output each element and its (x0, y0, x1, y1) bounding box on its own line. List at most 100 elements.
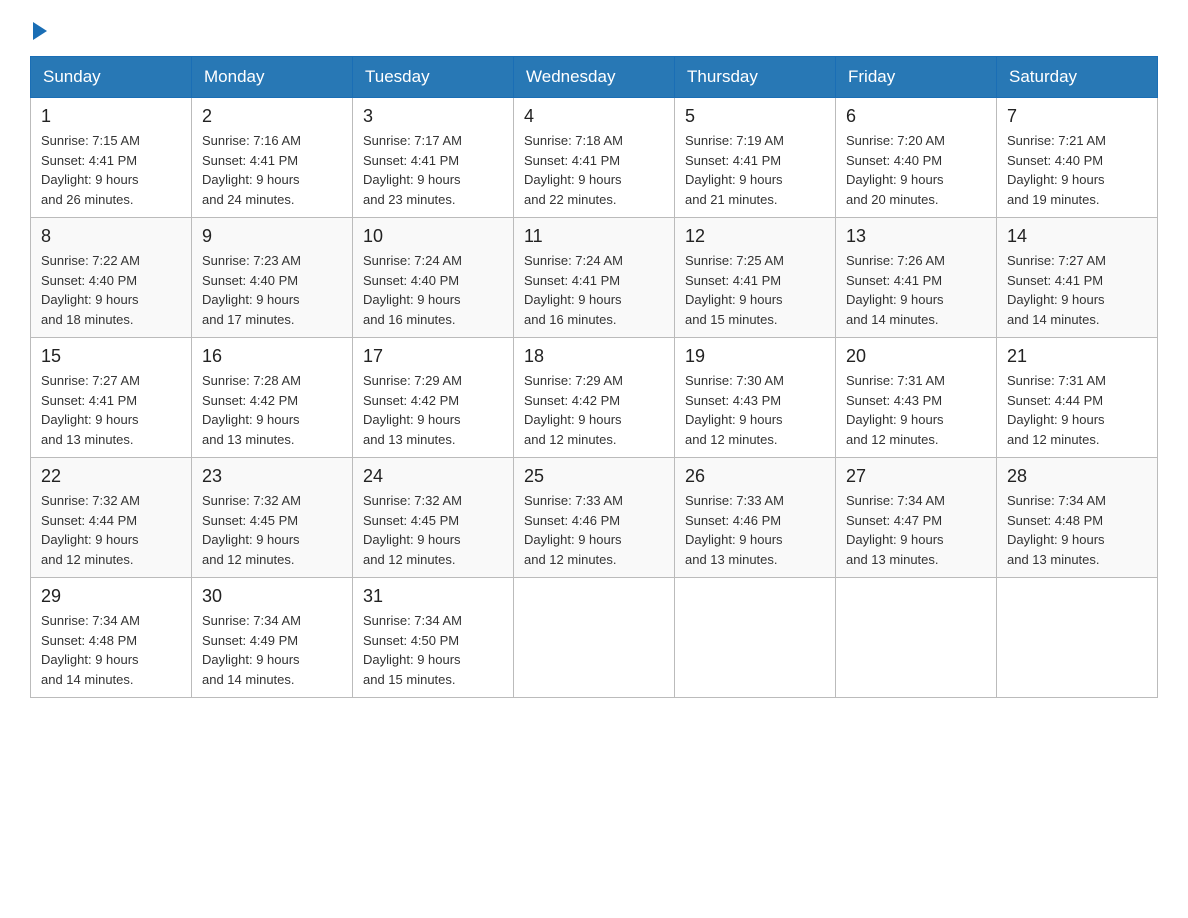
calendar-header-row: SundayMondayTuesdayWednesdayThursdayFrid… (31, 57, 1158, 98)
day-number: 27 (846, 466, 986, 487)
day-number: 23 (202, 466, 342, 487)
calendar-header-wednesday: Wednesday (514, 57, 675, 98)
day-number: 20 (846, 346, 986, 367)
day-info: Sunrise: 7:34 AM Sunset: 4:50 PM Dayligh… (363, 611, 503, 689)
day-number: 7 (1007, 106, 1147, 127)
calendar-week-row: 22 Sunrise: 7:32 AM Sunset: 4:44 PM Dayl… (31, 458, 1158, 578)
day-info: Sunrise: 7:34 AM Sunset: 4:47 PM Dayligh… (846, 491, 986, 569)
day-info: Sunrise: 7:26 AM Sunset: 4:41 PM Dayligh… (846, 251, 986, 329)
calendar-cell: 8 Sunrise: 7:22 AM Sunset: 4:40 PM Dayli… (31, 218, 192, 338)
day-info: Sunrise: 7:29 AM Sunset: 4:42 PM Dayligh… (363, 371, 503, 449)
day-number: 24 (363, 466, 503, 487)
day-info: Sunrise: 7:24 AM Sunset: 4:41 PM Dayligh… (524, 251, 664, 329)
calendar-week-row: 1 Sunrise: 7:15 AM Sunset: 4:41 PM Dayli… (31, 98, 1158, 218)
calendar-week-row: 15 Sunrise: 7:27 AM Sunset: 4:41 PM Dayl… (31, 338, 1158, 458)
calendar-cell: 29 Sunrise: 7:34 AM Sunset: 4:48 PM Dayl… (31, 578, 192, 698)
calendar-cell: 17 Sunrise: 7:29 AM Sunset: 4:42 PM Dayl… (353, 338, 514, 458)
day-number: 4 (524, 106, 664, 127)
day-number: 11 (524, 226, 664, 247)
calendar-header-monday: Monday (192, 57, 353, 98)
calendar-cell: 11 Sunrise: 7:24 AM Sunset: 4:41 PM Dayl… (514, 218, 675, 338)
day-info: Sunrise: 7:15 AM Sunset: 4:41 PM Dayligh… (41, 131, 181, 209)
day-info: Sunrise: 7:34 AM Sunset: 4:48 PM Dayligh… (1007, 491, 1147, 569)
day-number: 14 (1007, 226, 1147, 247)
calendar-cell: 12 Sunrise: 7:25 AM Sunset: 4:41 PM Dayl… (675, 218, 836, 338)
day-info: Sunrise: 7:33 AM Sunset: 4:46 PM Dayligh… (685, 491, 825, 569)
day-number: 3 (363, 106, 503, 127)
day-number: 15 (41, 346, 181, 367)
calendar-cell: 19 Sunrise: 7:30 AM Sunset: 4:43 PM Dayl… (675, 338, 836, 458)
calendar-cell: 3 Sunrise: 7:17 AM Sunset: 4:41 PM Dayli… (353, 98, 514, 218)
day-number: 8 (41, 226, 181, 247)
calendar-cell: 16 Sunrise: 7:28 AM Sunset: 4:42 PM Dayl… (192, 338, 353, 458)
day-number: 21 (1007, 346, 1147, 367)
calendar-cell: 26 Sunrise: 7:33 AM Sunset: 4:46 PM Dayl… (675, 458, 836, 578)
day-number: 18 (524, 346, 664, 367)
day-info: Sunrise: 7:29 AM Sunset: 4:42 PM Dayligh… (524, 371, 664, 449)
calendar-cell: 31 Sunrise: 7:34 AM Sunset: 4:50 PM Dayl… (353, 578, 514, 698)
day-info: Sunrise: 7:23 AM Sunset: 4:40 PM Dayligh… (202, 251, 342, 329)
day-info: Sunrise: 7:17 AM Sunset: 4:41 PM Dayligh… (363, 131, 503, 209)
day-number: 28 (1007, 466, 1147, 487)
day-info: Sunrise: 7:34 AM Sunset: 4:49 PM Dayligh… (202, 611, 342, 689)
day-info: Sunrise: 7:32 AM Sunset: 4:45 PM Dayligh… (202, 491, 342, 569)
page-header (30, 20, 1158, 36)
day-info: Sunrise: 7:20 AM Sunset: 4:40 PM Dayligh… (846, 131, 986, 209)
calendar-header-friday: Friday (836, 57, 997, 98)
day-number: 1 (41, 106, 181, 127)
day-number: 30 (202, 586, 342, 607)
calendar-header-thursday: Thursday (675, 57, 836, 98)
day-info: Sunrise: 7:24 AM Sunset: 4:40 PM Dayligh… (363, 251, 503, 329)
day-info: Sunrise: 7:30 AM Sunset: 4:43 PM Dayligh… (685, 371, 825, 449)
day-info: Sunrise: 7:16 AM Sunset: 4:41 PM Dayligh… (202, 131, 342, 209)
calendar-cell: 4 Sunrise: 7:18 AM Sunset: 4:41 PM Dayli… (514, 98, 675, 218)
calendar-cell: 23 Sunrise: 7:32 AM Sunset: 4:45 PM Dayl… (192, 458, 353, 578)
calendar-cell: 9 Sunrise: 7:23 AM Sunset: 4:40 PM Dayli… (192, 218, 353, 338)
day-number: 29 (41, 586, 181, 607)
day-number: 26 (685, 466, 825, 487)
calendar-cell (675, 578, 836, 698)
calendar-cell: 15 Sunrise: 7:27 AM Sunset: 4:41 PM Dayl… (31, 338, 192, 458)
calendar-cell: 21 Sunrise: 7:31 AM Sunset: 4:44 PM Dayl… (997, 338, 1158, 458)
day-number: 10 (363, 226, 503, 247)
calendar-header-saturday: Saturday (997, 57, 1158, 98)
day-number: 13 (846, 226, 986, 247)
day-info: Sunrise: 7:31 AM Sunset: 4:44 PM Dayligh… (1007, 371, 1147, 449)
day-info: Sunrise: 7:25 AM Sunset: 4:41 PM Dayligh… (685, 251, 825, 329)
calendar-cell: 30 Sunrise: 7:34 AM Sunset: 4:49 PM Dayl… (192, 578, 353, 698)
day-info: Sunrise: 7:21 AM Sunset: 4:40 PM Dayligh… (1007, 131, 1147, 209)
day-info: Sunrise: 7:27 AM Sunset: 4:41 PM Dayligh… (41, 371, 181, 449)
calendar-cell: 14 Sunrise: 7:27 AM Sunset: 4:41 PM Dayl… (997, 218, 1158, 338)
calendar-cell: 7 Sunrise: 7:21 AM Sunset: 4:40 PM Dayli… (997, 98, 1158, 218)
calendar-header-tuesday: Tuesday (353, 57, 514, 98)
calendar-cell (514, 578, 675, 698)
calendar-cell: 22 Sunrise: 7:32 AM Sunset: 4:44 PM Dayl… (31, 458, 192, 578)
calendar-cell: 10 Sunrise: 7:24 AM Sunset: 4:40 PM Dayl… (353, 218, 514, 338)
day-info: Sunrise: 7:22 AM Sunset: 4:40 PM Dayligh… (41, 251, 181, 329)
day-number: 12 (685, 226, 825, 247)
calendar-cell (997, 578, 1158, 698)
calendar-cell: 18 Sunrise: 7:29 AM Sunset: 4:42 PM Dayl… (514, 338, 675, 458)
day-info: Sunrise: 7:32 AM Sunset: 4:44 PM Dayligh… (41, 491, 181, 569)
day-info: Sunrise: 7:32 AM Sunset: 4:45 PM Dayligh… (363, 491, 503, 569)
calendar-cell: 25 Sunrise: 7:33 AM Sunset: 4:46 PM Dayl… (514, 458, 675, 578)
day-number: 25 (524, 466, 664, 487)
calendar-cell: 24 Sunrise: 7:32 AM Sunset: 4:45 PM Dayl… (353, 458, 514, 578)
day-info: Sunrise: 7:31 AM Sunset: 4:43 PM Dayligh… (846, 371, 986, 449)
day-info: Sunrise: 7:27 AM Sunset: 4:41 PM Dayligh… (1007, 251, 1147, 329)
calendar-cell: 5 Sunrise: 7:19 AM Sunset: 4:41 PM Dayli… (675, 98, 836, 218)
calendar-header-sunday: Sunday (31, 57, 192, 98)
day-number: 31 (363, 586, 503, 607)
calendar-cell: 28 Sunrise: 7:34 AM Sunset: 4:48 PM Dayl… (997, 458, 1158, 578)
day-number: 9 (202, 226, 342, 247)
day-number: 16 (202, 346, 342, 367)
logo-triangle-icon (33, 22, 47, 40)
calendar-week-row: 29 Sunrise: 7:34 AM Sunset: 4:48 PM Dayl… (31, 578, 1158, 698)
day-info: Sunrise: 7:18 AM Sunset: 4:41 PM Dayligh… (524, 131, 664, 209)
day-number: 5 (685, 106, 825, 127)
day-info: Sunrise: 7:34 AM Sunset: 4:48 PM Dayligh… (41, 611, 181, 689)
day-number: 17 (363, 346, 503, 367)
calendar-week-row: 8 Sunrise: 7:22 AM Sunset: 4:40 PM Dayli… (31, 218, 1158, 338)
day-number: 6 (846, 106, 986, 127)
day-info: Sunrise: 7:28 AM Sunset: 4:42 PM Dayligh… (202, 371, 342, 449)
